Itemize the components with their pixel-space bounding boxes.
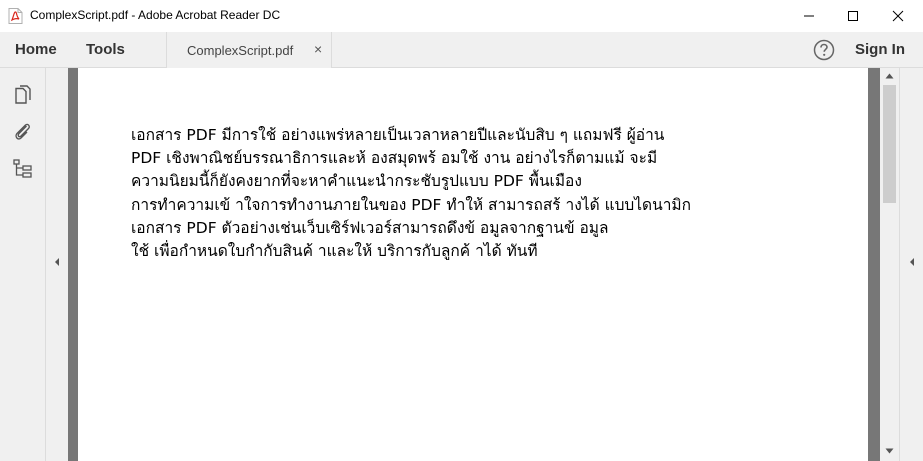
text-line: เอกสาร PDF มีการใช้ อย่างแพร่หลายเป็นเวล… xyxy=(131,126,665,144)
text-line: เอกสาร PDF ตัวอย่างเช่นเว็บเซิร์ฟเวอร์สา… xyxy=(131,218,609,237)
vertical-scrollbar[interactable] xyxy=(880,68,899,461)
question-circle-icon[interactable] xyxy=(813,39,835,61)
pdf-page[interactable]: เอกสาร PDF มีการใช้ อย่างแพร่หลายเป็นเวล… xyxy=(78,68,868,461)
close-window-button[interactable] xyxy=(875,0,921,32)
close-tab-icon[interactable]: × xyxy=(314,41,322,57)
minimize-button[interactable] xyxy=(786,0,832,32)
left-tool-panel xyxy=(0,68,46,461)
bookmark-tree-icon[interactable] xyxy=(12,158,34,180)
maximize-button[interactable] xyxy=(830,0,876,32)
sign-in-button[interactable]: Sign In xyxy=(855,41,905,58)
close-icon xyxy=(892,10,904,22)
collapse-left-panel-button[interactable] xyxy=(46,68,68,461)
home-tab[interactable]: Home xyxy=(15,41,57,58)
chevron-left-icon xyxy=(910,258,914,266)
copy-pages-icon[interactable] xyxy=(12,84,34,106)
document-viewer[interactable]: เอกสาร PDF มีการใช้ อย่างแพร่หลายเป็นเวล… xyxy=(68,68,880,461)
document-tab-label: ComplexScript.pdf xyxy=(187,43,294,58)
tools-tab[interactable]: Tools xyxy=(86,41,125,58)
pdf-page-text: เอกสาร PDF มีการใช้ อย่างแพร่หลายเป็นเวล… xyxy=(131,124,831,263)
scrollbar-thumb[interactable] xyxy=(883,85,896,203)
text-line: ความนิยมนี้ก็ยังคงยากที่จะหาคำแนะนำกระชั… xyxy=(131,172,582,191)
window-title: ComplexScript.pdf - Adobe Acrobat Reader… xyxy=(30,8,281,22)
scroll-up-icon[interactable] xyxy=(885,73,894,79)
paperclip-icon[interactable] xyxy=(12,120,34,142)
title-bar: ComplexScript.pdf - Adobe Acrobat Reader… xyxy=(0,0,923,32)
main-toolbar: Home Tools ComplexScript.pdf × Sign In xyxy=(0,32,923,68)
chevron-left-icon xyxy=(55,258,59,266)
expand-right-panel-button[interactable] xyxy=(899,68,923,461)
document-tab[interactable]: ComplexScript.pdf × xyxy=(166,32,332,68)
text-line: การทำความเข้ าใจการทำงานภายในของ PDF ทำใ… xyxy=(131,195,692,214)
text-line: PDF เชิงพาณิชย์บรรณาธิการและห้ องสมุดพร้… xyxy=(131,149,658,168)
pdf-file-icon xyxy=(8,8,23,24)
minimize-icon xyxy=(804,15,814,17)
maximize-icon xyxy=(848,11,858,21)
scroll-down-icon[interactable] xyxy=(885,448,894,454)
text-line: ใช้ เพื่อกำหนดใบกำกับสินค้ าและให้ บริกา… xyxy=(131,242,538,261)
